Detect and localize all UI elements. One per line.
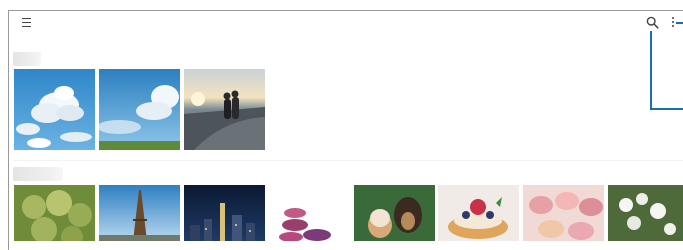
- section-divider: [13, 160, 683, 161]
- search-icon[interactable]: [646, 16, 659, 29]
- photo-thumbnail-couple[interactable]: [184, 69, 265, 150]
- photo-thumbnail-clouds[interactable]: [14, 69, 95, 150]
- album-title: [13, 167, 63, 181]
- photo-thumbnail-sky[interactable]: [99, 69, 180, 150]
- callout-line: [650, 31, 652, 110]
- callout-line: [676, 22, 683, 24]
- photo-thumbnail-city-night[interactable]: [184, 185, 265, 241]
- more-options-icon[interactable]: [671, 17, 675, 29]
- photo-thumbnail-puppy-kitten[interactable]: [354, 185, 435, 241]
- photo-thumbnail-macarons[interactable]: [269, 185, 350, 241]
- album-title: [13, 52, 41, 66]
- hamburger-menu-icon[interactable]: [22, 18, 32, 28]
- callout-line: [650, 108, 683, 110]
- photo-thumbnail-eiffel-tower[interactable]: [99, 185, 180, 241]
- photo-thumbnail-green-fruit[interactable]: [14, 185, 95, 241]
- photo-thumbnail-macarons-closeup[interactable]: [523, 185, 604, 241]
- photo-thumbnail-berry-tart[interactable]: [438, 185, 519, 241]
- photo-thumbnail-white-flowers[interactable]: [608, 185, 683, 241]
